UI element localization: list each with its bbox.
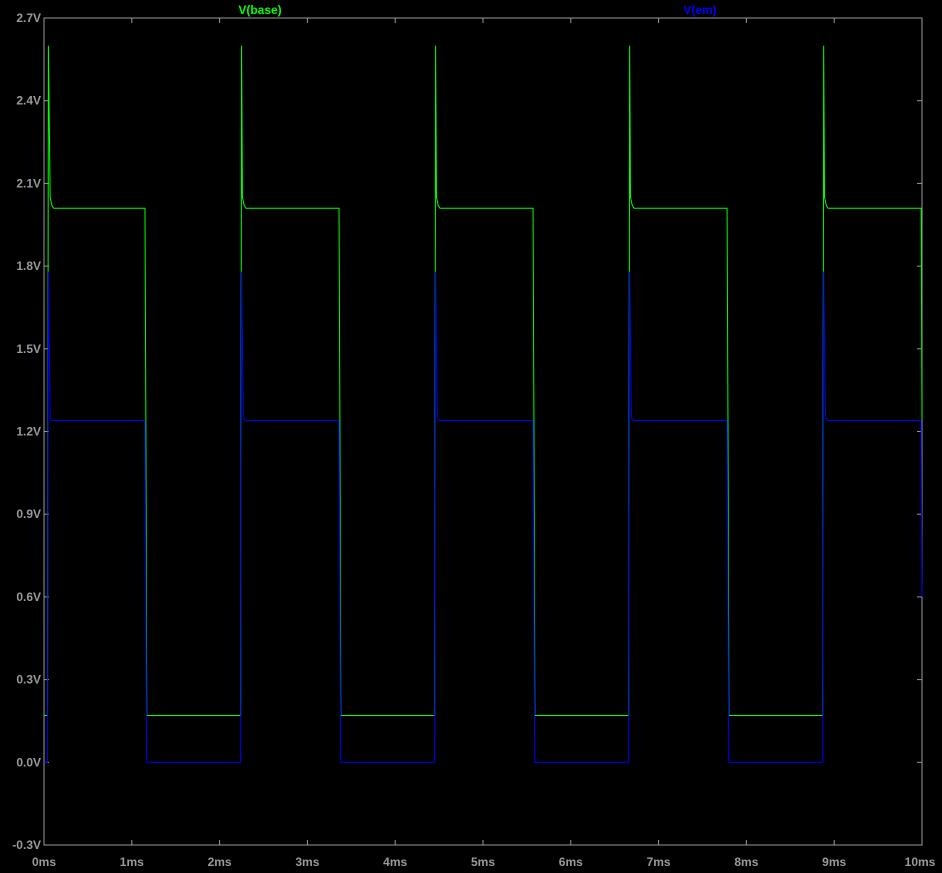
traces [44, 45, 923, 763]
legend-entry: V(em) [683, 3, 716, 17]
x-tick-label: 7ms [647, 855, 671, 869]
y-axis: 2.7V 2.4V 2.1V 1.8V 1.5V 1.2V 0.9V 0.6V 0.3V 0.0V… [12, 11, 922, 852]
x-tick-label: 8ms [734, 855, 758, 869]
x-tick-label: 9ms [822, 855, 846, 869]
y-tick-label: 1.2V [16, 425, 41, 439]
y-tick-label: 2.7V [16, 11, 41, 25]
x-tick-label: 4ms [383, 855, 407, 869]
waveform-plot: 2.7V 2.4V 2.1V 1.8V 1.5V 1.2V 0.9V 0.6V 0.3V 0.0V… [12, 3, 936, 869]
x-axis: 0ms 1ms 2ms 3ms 4ms 5ms 6ms 7ms 8ms 9ms 10ms [32, 18, 936, 869]
plot-frame [43, 17, 923, 846]
y-tick-label: 0.9V [16, 507, 41, 521]
x-tick-label: 3ms [295, 855, 319, 869]
y-tick-label: -0.3V [12, 838, 41, 852]
x-tick-label: 1ms [120, 855, 144, 869]
y-tick-label: 0.6V [16, 590, 41, 604]
y-tick-label: 1.5V [16, 342, 41, 356]
x-tick-label: 10ms [905, 855, 936, 869]
y-tick-label: 1.8V [16, 259, 41, 273]
y-tick-label: 2.4V [16, 94, 41, 108]
x-tick-label: 2ms [208, 855, 232, 869]
y-tick-label: 2.1V [16, 176, 41, 190]
x-tick-label: 6ms [559, 855, 583, 869]
series-line-v-em [44, 271, 923, 763]
y-tick-label: 0.0V [16, 755, 41, 769]
legend: V(base) V(em) [238, 3, 716, 17]
series-line-v-base [44, 45, 923, 716]
legend-entry: V(base) [238, 3, 281, 17]
x-tick-label: 5ms [471, 855, 495, 869]
x-tick-label: 0ms [32, 855, 56, 869]
y-tick-label: 0.3V [16, 673, 41, 687]
